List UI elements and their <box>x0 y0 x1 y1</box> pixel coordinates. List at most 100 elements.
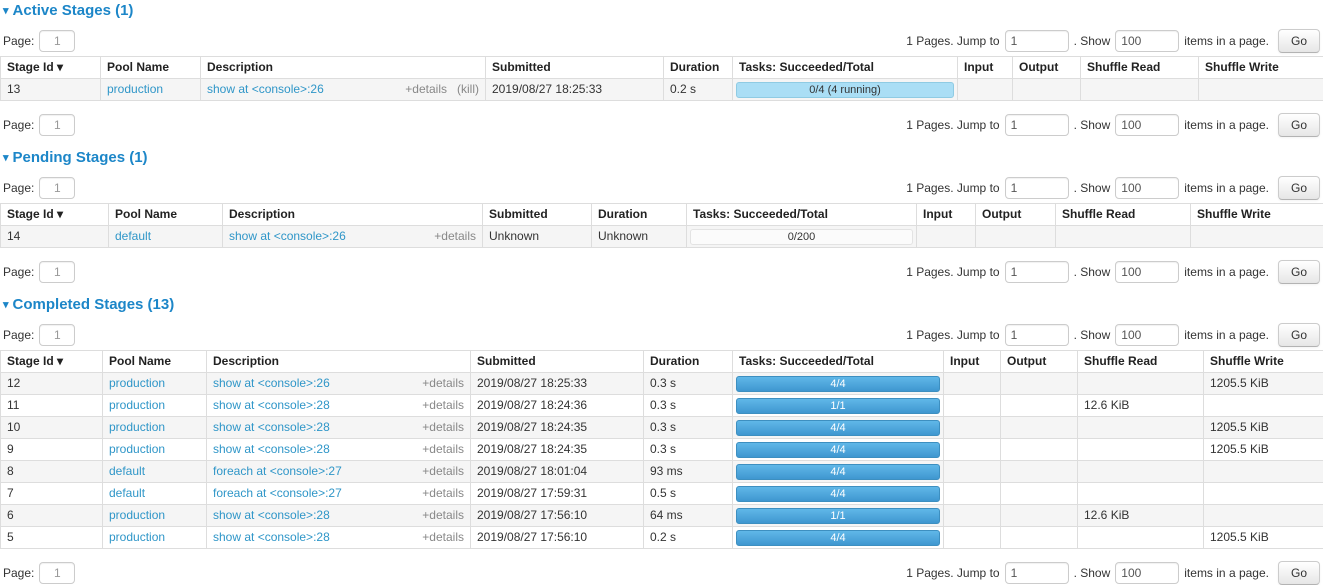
go-button[interactable]: Go <box>1278 176 1320 200</box>
column-header-description[interactable]: Description <box>207 351 471 373</box>
column-header-shuffle-read[interactable]: Shuffle Read <box>1056 204 1191 226</box>
go-button[interactable]: Go <box>1278 29 1320 53</box>
column-header-stage-id[interactable]: Stage Id ▾ <box>1 57 101 79</box>
column-header-description[interactable]: Description <box>223 204 483 226</box>
column-header-input[interactable]: Input <box>944 351 1001 373</box>
pool-name-link[interactable]: production <box>109 530 165 544</box>
column-header-stage-id[interactable]: Stage Id ▾ <box>1 204 109 226</box>
pool-name-link[interactable]: default <box>109 464 145 478</box>
cell-duration: 64 ms <box>644 505 733 527</box>
page-input[interactable] <box>39 177 75 199</box>
page-input[interactable] <box>39 324 75 346</box>
description-link[interactable]: foreach at <console>:27 <box>213 486 342 501</box>
details-link[interactable]: +details <box>405 82 447 97</box>
section-title-pending-stages[interactable]: ▾Pending Stages (1) <box>3 149 1323 166</box>
description-link[interactable]: show at <console>:28 <box>213 442 330 457</box>
details-link[interactable]: +details <box>422 464 464 479</box>
column-header-duration[interactable]: Duration <box>664 57 733 79</box>
column-header-input[interactable]: Input <box>917 204 976 226</box>
column-header-output[interactable]: Output <box>1001 351 1078 373</box>
go-button[interactable]: Go <box>1278 323 1320 347</box>
cell-output <box>1001 439 1078 461</box>
items-per-page-input[interactable] <box>1115 114 1179 136</box>
pool-name-link[interactable]: production <box>109 420 165 434</box>
details-link[interactable]: +details <box>422 376 464 391</box>
items-per-page-label: items in a page. <box>1184 265 1269 279</box>
column-header-shuffle-read[interactable]: Shuffle Read <box>1081 57 1199 79</box>
task-progress-bar: 4/4 <box>736 442 940 458</box>
pool-name-link[interactable]: production <box>109 508 165 522</box>
section-title-completed-stages[interactable]: ▾Completed Stages (13) <box>3 296 1323 313</box>
column-header-stage-id[interactable]: Stage Id ▾ <box>1 351 103 373</box>
page-input[interactable] <box>39 562 75 584</box>
items-per-page-input[interactable] <box>1115 324 1179 346</box>
details-link[interactable]: +details <box>422 442 464 457</box>
description-link[interactable]: show at <console>:26 <box>207 82 324 97</box>
page-input[interactable] <box>39 261 75 283</box>
go-button[interactable]: Go <box>1278 113 1320 137</box>
details-link[interactable]: +details <box>422 508 464 523</box>
column-header-shuffle-write[interactable]: Shuffle Write <box>1204 351 1323 373</box>
details-link[interactable]: +details <box>434 229 476 244</box>
column-header-tasks-succeeded-total[interactable]: Tasks: Succeeded/Total <box>687 204 917 226</box>
column-header-duration[interactable]: Duration <box>592 204 687 226</box>
description-link[interactable]: show at <console>:28 <box>213 420 330 435</box>
cell-input <box>944 527 1001 549</box>
kill-link[interactable]: (kill) <box>457 82 479 97</box>
pages-count-text: 1 Pages. Jump to <box>906 181 999 195</box>
column-header-input[interactable]: Input <box>958 57 1013 79</box>
details-link[interactable]: +details <box>422 486 464 501</box>
pool-name-link[interactable]: default <box>115 229 151 243</box>
column-header-submitted[interactable]: Submitted <box>471 351 644 373</box>
pool-name-link[interactable]: production <box>109 376 165 390</box>
column-header-duration[interactable]: Duration <box>644 351 733 373</box>
description-link[interactable]: show at <console>:28 <box>213 530 330 545</box>
details-link[interactable]: +details <box>422 398 464 413</box>
cell-output <box>1001 417 1078 439</box>
column-header-output[interactable]: Output <box>1013 57 1081 79</box>
column-header-submitted[interactable]: Submitted <box>483 204 592 226</box>
items-per-page-input[interactable] <box>1115 30 1179 52</box>
go-button[interactable]: Go <box>1278 260 1320 284</box>
pool-name-link[interactable]: production <box>107 82 163 96</box>
jump-to-page-input[interactable] <box>1005 324 1069 346</box>
pages-count-text: 1 Pages. Jump to <box>906 118 999 132</box>
column-header-submitted[interactable]: Submitted <box>486 57 664 79</box>
description-link[interactable]: foreach at <console>:27 <box>213 464 342 479</box>
description-link[interactable]: show at <console>:26 <box>213 376 330 391</box>
items-per-page-input[interactable] <box>1115 177 1179 199</box>
pages-count-text: 1 Pages. Jump to <box>906 566 999 580</box>
pool-name-link[interactable]: production <box>109 442 165 456</box>
pool-name-link[interactable]: default <box>109 486 145 500</box>
jump-to-page-input[interactable] <box>1005 114 1069 136</box>
cell-pool-name: production <box>101 79 201 101</box>
jump-to-page-input[interactable] <box>1005 261 1069 283</box>
pool-name-link[interactable]: production <box>109 398 165 412</box>
items-per-page-input[interactable] <box>1115 261 1179 283</box>
column-header-pool-name[interactable]: Pool Name <box>109 204 223 226</box>
column-header-shuffle-write[interactable]: Shuffle Write <box>1191 204 1323 226</box>
column-header-pool-name[interactable]: Pool Name <box>101 57 201 79</box>
description-link[interactable]: show at <console>:28 <box>213 398 330 413</box>
page-input[interactable] <box>39 114 75 136</box>
jump-to-page-input[interactable] <box>1005 177 1069 199</box>
details-link[interactable]: +details <box>422 530 464 545</box>
column-header-shuffle-read[interactable]: Shuffle Read <box>1078 351 1204 373</box>
description-link[interactable]: show at <console>:26 <box>229 229 346 244</box>
details-link[interactable]: +details <box>422 420 464 435</box>
description-wrap: show at <console>:26 +details <box>229 229 476 244</box>
page-input[interactable] <box>39 30 75 52</box>
column-header-tasks-succeeded-total[interactable]: Tasks: Succeeded/Total <box>733 351 944 373</box>
cell-duration: 0.3 s <box>644 417 733 439</box>
column-header-description[interactable]: Description <box>201 57 486 79</box>
section-title-active-stages[interactable]: ▾Active Stages (1) <box>3 2 1323 19</box>
column-header-pool-name[interactable]: Pool Name <box>103 351 207 373</box>
jump-to-page-input[interactable] <box>1005 562 1069 584</box>
column-header-tasks-succeeded-total[interactable]: Tasks: Succeeded/Total <box>733 57 958 79</box>
column-header-output[interactable]: Output <box>976 204 1056 226</box>
description-link[interactable]: show at <console>:28 <box>213 508 330 523</box>
items-per-page-input[interactable] <box>1115 562 1179 584</box>
go-button[interactable]: Go <box>1278 561 1320 585</box>
column-header-shuffle-write[interactable]: Shuffle Write <box>1199 57 1323 79</box>
jump-to-page-input[interactable] <box>1005 30 1069 52</box>
